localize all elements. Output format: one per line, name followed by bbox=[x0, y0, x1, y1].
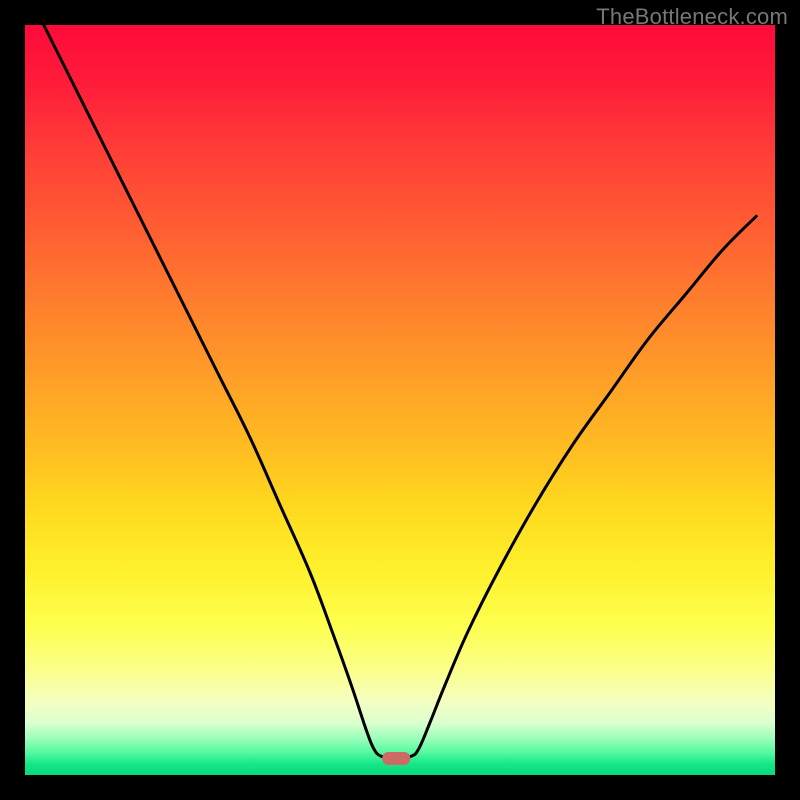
watermark-text: TheBottleneck.com bbox=[596, 4, 788, 30]
chart-frame: TheBottleneck.com bbox=[0, 0, 800, 800]
bottleneck-curve bbox=[44, 25, 757, 759]
optimal-marker bbox=[382, 752, 410, 765]
plot-area bbox=[25, 25, 775, 775]
curve-layer bbox=[25, 25, 775, 775]
